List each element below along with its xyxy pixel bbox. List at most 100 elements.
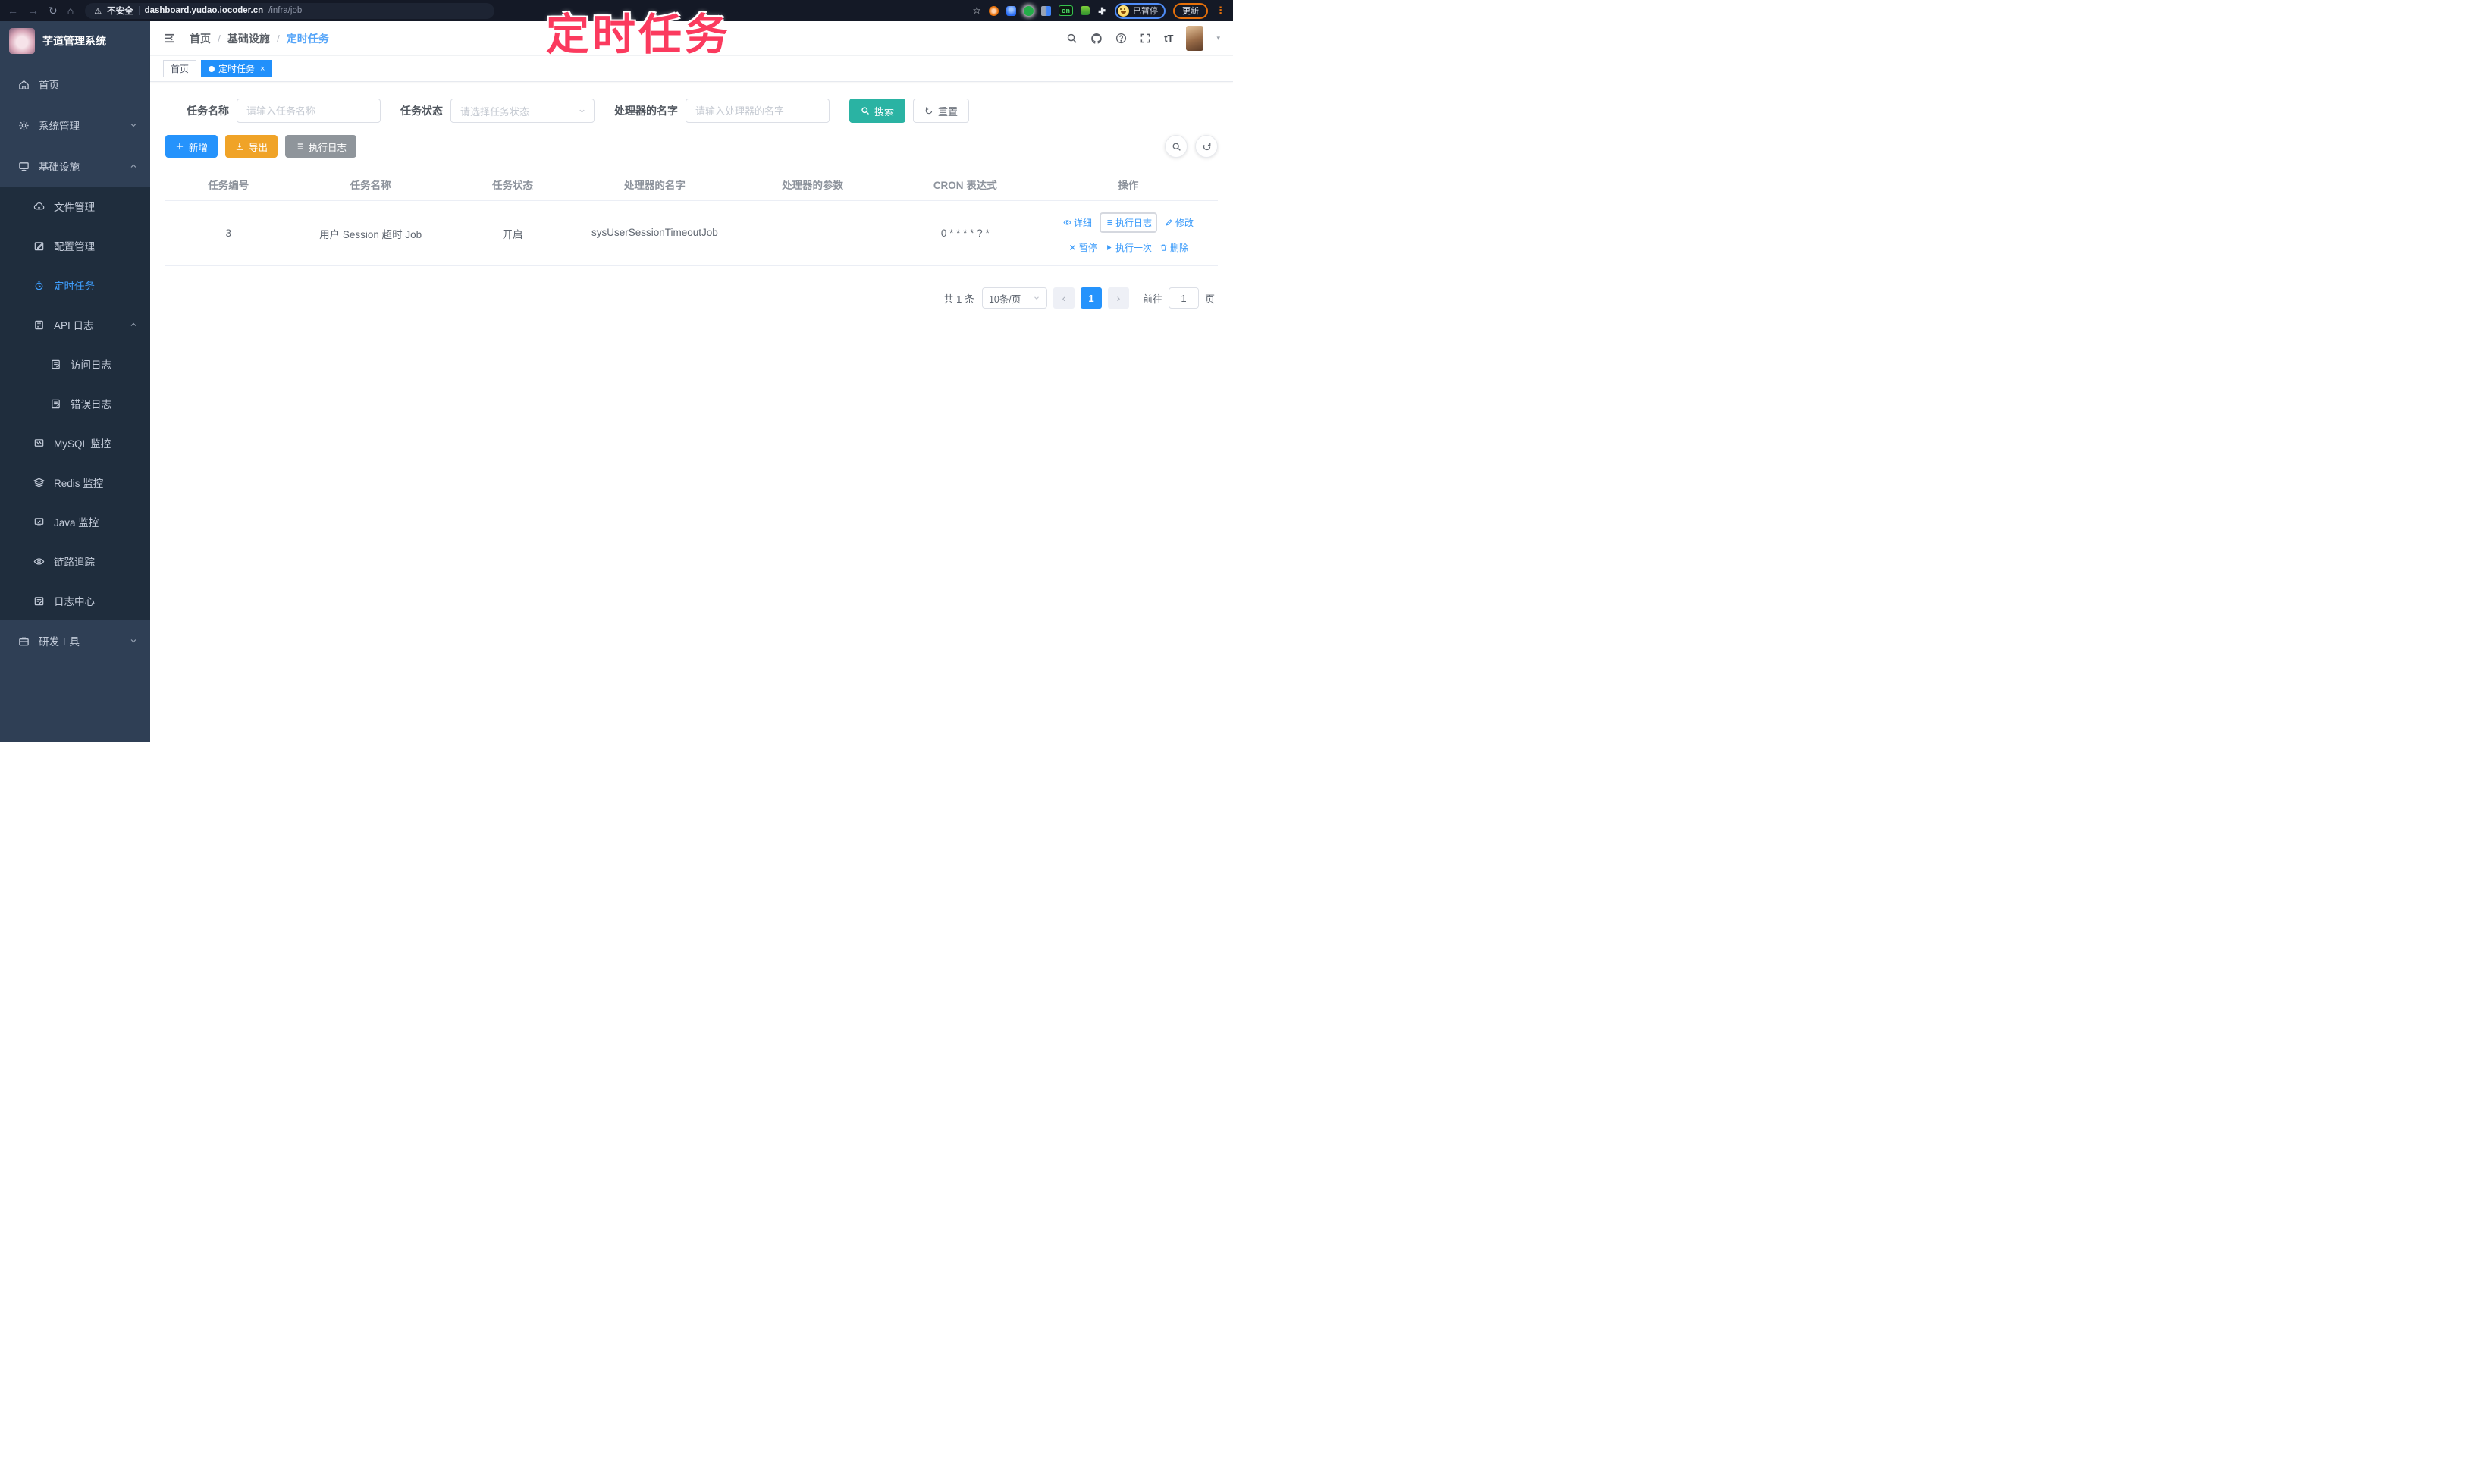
extension-on-badge[interactable]: on — [1059, 5, 1073, 16]
job-status-select[interactable]: 请选择任务状态 — [450, 99, 595, 123]
handler-name-label: 处理器的名字 — [614, 105, 678, 117]
detail-link[interactable]: 详细 — [1063, 216, 1092, 229]
app-logo — [9, 28, 35, 54]
sidebar-item-infra[interactable]: 基础设施 — [0, 146, 150, 187]
next-page-button[interactable]: › — [1107, 287, 1129, 309]
play-icon — [1107, 245, 1112, 250]
bookmark-star-icon[interactable]: ☆ — [972, 5, 981, 17]
font-size-icon[interactable]: tT — [1164, 33, 1173, 44]
security-label[interactable]: 不安全 — [107, 5, 133, 17]
profile-chip[interactable]: 已暂停 — [1115, 2, 1166, 19]
sidebar-fold-icon[interactable] — [163, 32, 176, 45]
address-bar[interactable]: ⚠ 不安全 dashboard.yudao.iocoder.cn /infra/… — [85, 2, 495, 19]
help-icon[interactable] — [1115, 33, 1127, 44]
add-button[interactable]: 新增 — [165, 135, 218, 158]
timer-icon — [35, 280, 43, 290]
col-job-status: 任务状态 — [492, 180, 533, 191]
avatar-caret-icon[interactable]: ▾ — [1216, 34, 1220, 42]
breadcrumb-infra[interactable]: 基础设施 — [227, 31, 270, 46]
sidebar-item-config-manage[interactable]: 配置管理 — [0, 226, 150, 265]
github-icon[interactable] — [1090, 33, 1103, 45]
list-icon — [1106, 220, 1112, 225]
breadcrumb-home[interactable]: 首页 — [190, 31, 211, 46]
forward-icon[interactable]: → — [28, 5, 39, 16]
export-button[interactable]: 导出 — [225, 135, 278, 158]
sidebar-item-trace[interactable]: 链路追踪 — [0, 541, 150, 581]
page-content: 任务名称 任务状态 请选择任务状态 处理器的名字 — [150, 82, 1233, 742]
app-header: 首页 / 基础设施 / 定时任务 tT ▾ — [150, 21, 1233, 56]
back-icon[interactable]: ← — [8, 5, 18, 16]
profile-status-label: 已暂停 — [1133, 7, 1158, 16]
exec-log-link[interactable]: 执行日志 — [1099, 212, 1157, 233]
chevron-down-icon — [579, 109, 585, 113]
breadcrumb-separator: / — [218, 32, 221, 45]
job-name-input[interactable] — [237, 99, 381, 123]
extension-icon-blue[interactable] — [1006, 5, 1016, 16]
page-size-select[interactable]: 10条/页 — [981, 287, 1047, 309]
header-actions: tT ▾ — [1066, 26, 1220, 51]
log-doc-icon — [52, 359, 60, 369]
job-name-label: 任务名称 — [187, 105, 229, 117]
extension-icon-orange[interactable] — [989, 5, 999, 16]
trash-icon — [1160, 244, 1167, 251]
extension-icon-green[interactable] — [1024, 5, 1034, 16]
breadcrumb: 首页 / 基础设施 / 定时任务 — [190, 31, 329, 46]
extension-icon-sprout[interactable] — [1081, 6, 1090, 15]
eye-icon — [33, 557, 45, 565]
browser-menu-icon[interactable]: ⋮ — [1216, 5, 1225, 17]
cloud-upload-icon — [33, 202, 45, 210]
sidebar-item-dev-tools[interactable]: 研发工具 — [0, 620, 150, 661]
breadcrumb-current: 定时任务 — [286, 32, 329, 45]
close-icon[interactable]: × — [260, 64, 265, 74]
extensions-puzzle-icon[interactable] — [1097, 6, 1107, 16]
sidebar-item-scheduled-jobs[interactable]: 定时任务 — [0, 265, 150, 305]
chevron-up-icon — [129, 162, 138, 171]
toggle-search-button[interactable] — [1165, 135, 1188, 158]
sidebar-item-redis-monitor[interactable]: Redis 监控 — [0, 463, 150, 502]
col-actions: 操作 — [1118, 180, 1139, 191]
reload-icon[interactable]: ↻ — [49, 5, 58, 16]
cell-cron: 0 * * * * ? * — [940, 227, 990, 239]
search-button[interactable]: 搜索 — [849, 99, 906, 123]
tag-home[interactable]: 首页 — [163, 60, 197, 77]
sidebar-item-file-manage[interactable]: 文件管理 — [0, 187, 150, 226]
logo-row: 芋道管理系统 — [0, 21, 150, 61]
browser-update-button[interactable]: 更新 — [1173, 2, 1208, 19]
exec-log-button[interactable]: 执行日志 — [285, 135, 357, 158]
delete-link[interactable]: 删除 — [1159, 241, 1188, 254]
extension-icon-grid[interactable] — [1041, 5, 1051, 16]
refresh-icon — [925, 107, 933, 115]
handler-name-input[interactable] — [686, 99, 830, 123]
refresh-button[interactable] — [1195, 135, 1218, 158]
warning-icon: ⚠ — [94, 6, 102, 16]
sidebar-item-api-log[interactable]: API 日志 — [0, 305, 150, 344]
app-shell: 芋道管理系统 首页 系统管理 基础设施 文件管理 配置管理 定时任务 API 日… — [0, 21, 1233, 742]
goto-page: 前往 页 — [1143, 287, 1215, 309]
prev-page-button[interactable]: ‹ — [1053, 287, 1075, 309]
sidebar-item-error-log[interactable]: 错误日志 — [0, 384, 150, 423]
list-icon — [296, 143, 303, 149]
edit-link[interactable]: 修改 — [1165, 216, 1194, 229]
briefcase-icon — [19, 637, 29, 645]
pause-link[interactable]: 暂停 — [1068, 241, 1097, 254]
tag-scheduled-jobs[interactable]: 定时任务 × — [201, 60, 273, 77]
col-job-name: 任务名称 — [350, 180, 391, 191]
search-icon[interactable] — [1066, 33, 1078, 44]
current-page-button[interactable]: 1 — [1080, 287, 1102, 309]
sidebar-item-log-center[interactable]: 日志中心 — [0, 581, 150, 620]
fullscreen-icon[interactable] — [1140, 33, 1151, 44]
user-avatar[interactable] — [1186, 26, 1204, 51]
cell-job-id: 3 — [225, 227, 232, 239]
run-once-link[interactable]: 执行一次 — [1105, 241, 1152, 254]
reset-button[interactable]: 重置 — [913, 99, 970, 123]
sidebar-menu: 首页 系统管理 基础设施 文件管理 配置管理 定时任务 API 日志 访问日志 … — [0, 61, 150, 661]
sidebar-item-system[interactable]: 系统管理 — [0, 105, 150, 146]
close-icon — [1069, 244, 1075, 251]
goto-page-input[interactable] — [1168, 287, 1199, 309]
sidebar-item-java-monitor[interactable]: Java 监控 — [0, 502, 150, 541]
sidebar-item-mysql-monitor[interactable]: MySQL 监控 — [0, 423, 150, 463]
home-icon[interactable]: ⌂ — [67, 5, 74, 16]
sidebar-item-access-log[interactable]: 访问日志 — [0, 344, 150, 384]
sidebar-item-home[interactable]: 首页 — [0, 64, 150, 105]
col-cron: CRON 表达式 — [933, 180, 997, 191]
